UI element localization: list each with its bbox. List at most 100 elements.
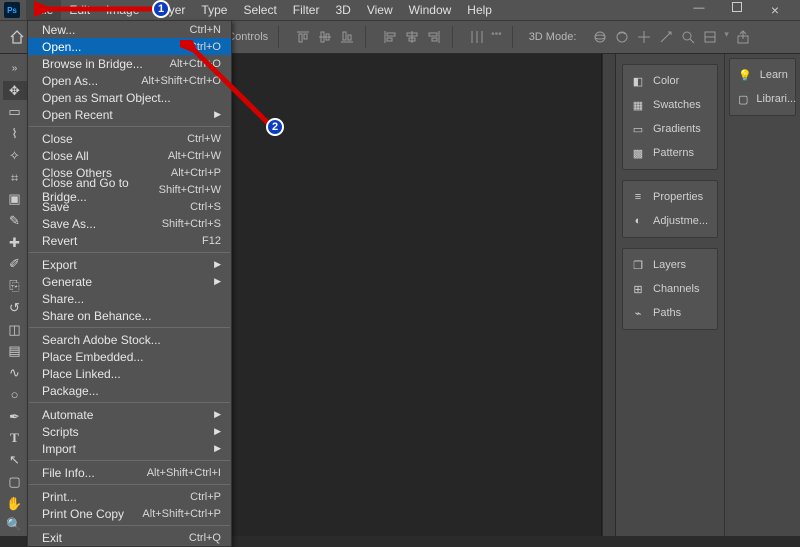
eraser-tool[interactable]: ◫ [3,320,27,340]
menu-type[interactable]: Type [193,0,235,20]
adjustme-icon: ◐ [631,214,645,228]
menu-3d[interactable]: 3D [327,0,358,20]
panel-paths[interactable]: ⌁Paths [625,301,715,325]
file-menu-place-embedded[interactable]: Place Embedded... [28,348,231,365]
panel-channels[interactable]: ⊞Channels [625,277,715,301]
arrange-icon[interactable] [702,29,718,45]
hand-tool[interactable]: ✋ [3,494,27,514]
file-menu-save-as[interactable]: Save As...Shift+Ctrl+S [28,215,231,232]
panel-label: Gradients [653,123,701,135]
panel-adjustme[interactable]: ◐Adjustme... [625,209,715,233]
history-tool[interactable]: ↺ [3,298,27,318]
3d-zoom-icon[interactable] [680,29,696,45]
file-menu-export[interactable]: Export▶ [28,256,231,273]
heal-tool[interactable]: ✚ [3,233,27,253]
type-tool[interactable]: T [3,428,27,448]
panel-label: Properties [653,191,703,203]
file-menu-print-one-copy[interactable]: Print One CopyAlt+Shift+Ctrl+P [28,505,231,522]
app-icon: Ps [4,2,20,18]
menu-view[interactable]: View [359,0,401,20]
file-menu-browse-in-bridge[interactable]: Browse in Bridge...Alt+Ctrl+O [28,55,231,72]
minimize-button[interactable]: — [692,2,706,18]
pen-tool[interactable]: ✒ [3,407,27,427]
3d-pan-icon[interactable] [636,29,652,45]
file-menu-package[interactable]: Package... [28,382,231,399]
maximize-button[interactable] [730,2,744,18]
share-icon[interactable] [735,29,751,45]
rect-tool[interactable]: ▢ [3,472,27,492]
eyedropper-tool[interactable]: ✎ [3,211,27,231]
file-menu-print[interactable]: Print...Ctrl+P [28,488,231,505]
blur-tool[interactable]: ∿ [3,363,27,383]
3d-orbit-icon[interactable] [592,29,608,45]
align-right-icon[interactable] [426,29,442,45]
file-menu-automate[interactable]: Automate▶ [28,406,231,423]
learn-panel-group: 💡Learn ▢ Librari... [729,58,796,116]
menu-layer[interactable]: Layer [147,0,193,20]
panel-color[interactable]: ◧Color [625,69,715,93]
layers-icon: ❐ [631,258,645,272]
panel-patterns[interactable]: ▩Patterns [625,141,715,165]
3d-slide-icon[interactable] [658,29,674,45]
menu-help[interactable]: Help [459,0,500,20]
3d-roll-icon[interactable] [614,29,630,45]
tools-panel: »✥▭⌇✧⌗▣✎✚✐⎘↺◫▤∿○✒T↖▢✋🔍 [0,54,30,536]
panel-properties[interactable]: ≡Properties [625,185,715,209]
file-menu-import[interactable]: Import▶ [28,440,231,457]
align-left-icon[interactable] [382,29,398,45]
file-menu-file-info[interactable]: File Info...Alt+Shift+Ctrl+I [28,464,231,481]
marquee-tool[interactable]: ▭ [3,102,27,122]
menu-image[interactable]: Image [98,0,147,20]
align-top-icon[interactable] [295,29,311,45]
dodge-tool[interactable]: ○ [3,385,27,405]
move-tool[interactable]: ✥ [3,81,27,101]
stamp-tool[interactable]: ⎘ [3,276,27,296]
panel-gradients[interactable]: ▭Gradients [625,117,715,141]
file-menu-open-as-smart-object[interactable]: Open as Smart Object... [28,89,231,106]
wand-tool[interactable]: ✧ [3,146,27,166]
gradient-tool[interactable]: ▤ [3,342,27,362]
file-menu-close[interactable]: CloseCtrl+W [28,130,231,147]
file-menu-scripts[interactable]: Scripts▶ [28,423,231,440]
home-icon[interactable] [8,28,26,46]
file-menu-search-adobe-stock[interactable]: Search Adobe Stock... [28,331,231,348]
layers-panel-group: ❐Layers⊞Channels⌁Paths [622,248,718,330]
file-menu-share-on-behance[interactable]: Share on Behance... [28,307,231,324]
lasso-tool[interactable]: ⌇ [3,124,27,144]
panel-librari[interactable]: ▢ Librari... [732,87,793,111]
file-menu-close-all[interactable]: Close AllAlt+Ctrl+W [28,147,231,164]
path-tool[interactable]: ↖ [3,450,27,470]
file-menu-open[interactable]: Open...Ctrl+O [28,38,231,55]
menu-file[interactable]: File [26,0,61,20]
toolbar-collapse-icon[interactable]: » [3,59,27,79]
file-menu-open-as[interactable]: Open As...Alt+Shift+Ctrl+O [28,72,231,89]
brush-tool[interactable]: ✐ [3,255,27,275]
align-bottom-icon[interactable] [339,29,355,45]
zoom-tool[interactable]: 🔍 [3,515,27,535]
file-menu-share[interactable]: Share... [28,290,231,307]
align-vcenter-icon[interactable] [317,29,333,45]
crop-tool[interactable]: ⌗ [3,168,27,188]
panel-layers[interactable]: ❐Layers [625,253,715,277]
file-menu-open-recent[interactable]: Open Recent▶ [28,106,231,123]
file-menu-generate[interactable]: Generate▶ [28,273,231,290]
panel-learn[interactable]: 💡Learn [732,63,793,87]
file-menu-place-linked[interactable]: Place Linked... [28,365,231,382]
swatches-icon: ▦ [631,98,645,112]
menu-edit[interactable]: Edit [61,0,98,20]
panel-swatches[interactable]: ▦Swatches [625,93,715,117]
file-menu-new[interactable]: New...Ctrl+N [28,21,231,38]
panel-label: Librari... [756,93,796,105]
frame-tool[interactable]: ▣ [3,189,27,209]
menu-select[interactable]: Select [235,0,284,20]
file-menu-revert[interactable]: RevertF12 [28,232,231,249]
file-menu-close-and-go-to-bridge[interactable]: Close and Go to Bridge...Shift+Ctrl+W [28,181,231,198]
menu-window[interactable]: Window [401,0,460,20]
librari-icon: ▢ [738,92,748,106]
close-button[interactable]: × [768,2,782,18]
file-menu-exit[interactable]: ExitCtrl+Q [28,529,231,546]
align-hcenter-icon[interactable] [404,29,420,45]
distribute-h-icon[interactable] [469,29,485,45]
menu-filter[interactable]: Filter [285,0,328,20]
panel-gutter-left[interactable] [602,54,616,536]
